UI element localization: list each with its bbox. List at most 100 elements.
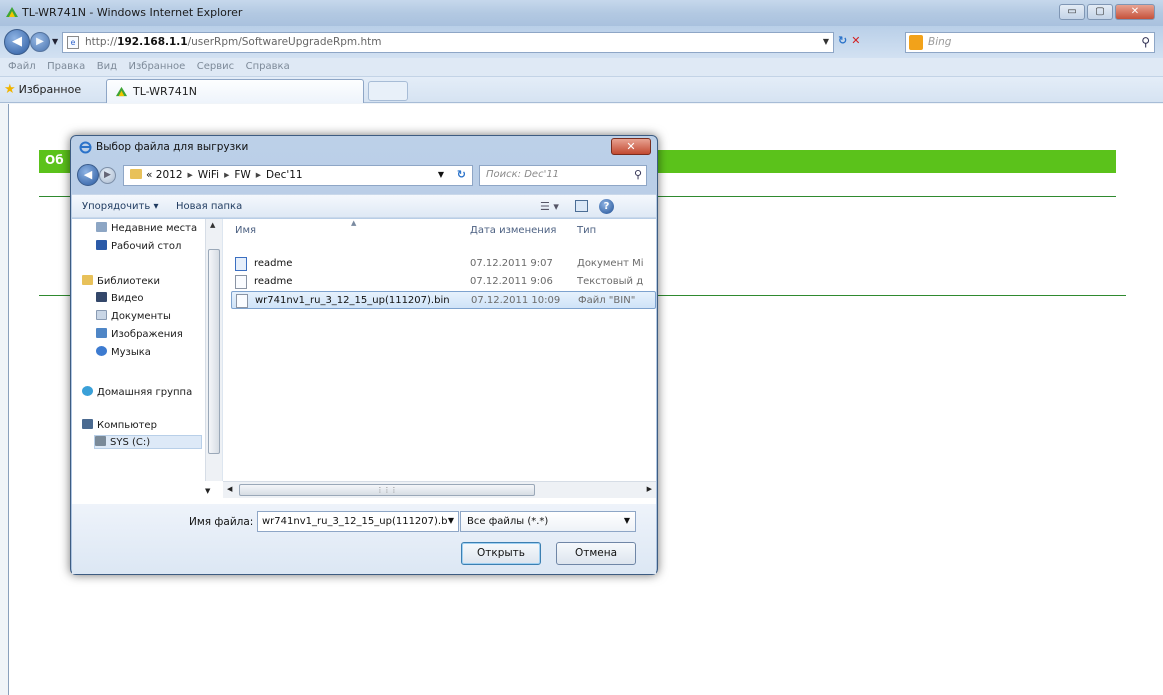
history-dropdown-icon[interactable]: ▼ (52, 37, 58, 46)
tab-title: TL-WR741N (133, 85, 197, 98)
refresh-icon[interactable]: ↻ (457, 168, 466, 181)
file-list: ▲ Имя Дата изменения Тип readme 07.12.20… (223, 219, 656, 481)
dialog-footer: Имя файла: wr741nv1_ru_3_12_15_up(111207… (72, 504, 656, 574)
breadcrumb-dec11[interactable]: Dec'11 (266, 169, 303, 181)
page-icon: e (67, 36, 79, 49)
section-header-text: Об (45, 153, 64, 167)
recent-places-icon (96, 222, 107, 232)
breadcrumb-fw[interactable]: FW (234, 169, 250, 181)
preview-pane-icon[interactable] (575, 200, 588, 212)
file-row-selected[interactable]: wr741nv1_ru_3_12_15_up(111207).bin 07.12… (231, 291, 656, 309)
file-type-filter[interactable]: Все файлы (*.*) ▼ (460, 511, 636, 532)
dialog-forward-button[interactable]: ▶ (99, 167, 116, 184)
nav-item-recent[interactable]: Недавние места (96, 222, 197, 234)
folder-icon (130, 169, 142, 179)
url-prefix: http:// (85, 36, 118, 48)
file-type: Файл "BIN" (578, 295, 636, 306)
path-breadcrumb[interactable]: « 2012 ▸ WiFi ▸ FW ▸ Dec'11 ▼ ↻ (123, 165, 473, 186)
address-buttons: ↻ ✕ (838, 34, 860, 47)
music-icon (96, 346, 107, 356)
nav-item-documents[interactable]: Документы (96, 310, 171, 322)
nav-item-label: Домашняя группа (97, 387, 193, 398)
new-folder-button[interactable]: Новая папка (176, 201, 242, 212)
breadcrumb-overflow[interactable]: « (146, 169, 152, 181)
scroll-up-icon[interactable]: ▲ (210, 221, 215, 229)
nav-item-sys-drive[interactable]: SYS (C:) (94, 435, 202, 449)
views-icon[interactable]: ☰ ▾ (540, 200, 559, 213)
scroll-left-icon[interactable]: ◀ (227, 485, 232, 493)
menu-edit[interactable]: Правка (47, 61, 85, 72)
tp-link-logo-icon (115, 86, 128, 97)
libraries-icon (82, 275, 93, 285)
ie-titlebar: TL-WR741N - Windows Internet Explorer ▭ … (0, 0, 1163, 26)
address-dropdown-icon[interactable]: ▼ (823, 37, 829, 46)
file-date: 07.12.2011 9:07 (470, 258, 553, 269)
nav-item-label: Библиотеки (97, 276, 161, 287)
new-tab-button[interactable] (368, 81, 408, 101)
path-dropdown-icon[interactable]: ▼ (438, 170, 444, 179)
cancel-button[interactable]: Отмена (556, 542, 636, 565)
file-row[interactable]: readme 07.12.2011 9:07 Документ Mi (231, 255, 656, 273)
word-doc-icon (235, 257, 247, 271)
dialog-body: Недавние места Рабочий стол Библиотеки В… (72, 219, 656, 504)
file-date: 07.12.2011 10:09 (471, 295, 561, 306)
stop-icon[interactable]: ✕ (851, 34, 860, 47)
images-icon (96, 328, 107, 338)
close-window-button[interactable]: ✕ (1115, 4, 1155, 20)
menu-view[interactable]: Вид (97, 61, 117, 72)
menu-tools[interactable]: Сервис (197, 61, 234, 72)
maximize-button[interactable]: ▢ (1087, 4, 1113, 20)
refresh-icon[interactable]: ↻ (838, 34, 847, 47)
chevron-down-icon[interactable]: ▼ (448, 516, 454, 525)
navigation-pane: Недавние места Рабочий стол Библиотеки В… (72, 219, 223, 481)
nav-item-computer[interactable]: Компьютер (82, 419, 157, 431)
nav-item-libraries[interactable]: Библиотеки (82, 275, 160, 287)
nav-item-label: Документы (111, 311, 171, 322)
address-bar[interactable]: e http://192.168.1.1/userRpm/SoftwareUpg… (62, 32, 834, 53)
dialog-back-button[interactable]: ◀ (77, 164, 99, 186)
open-button[interactable]: Открыть (461, 542, 541, 565)
search-icon[interactable]: ⚲ (1141, 35, 1150, 49)
dialog-close-button[interactable]: ✕ (611, 138, 651, 155)
minimize-button[interactable]: ▭ (1059, 4, 1085, 20)
chevron-down-icon[interactable]: ▼ (624, 516, 630, 525)
drive-icon (95, 436, 106, 446)
desktop-icon (96, 240, 107, 250)
nav-item-images[interactable]: Изображения (96, 328, 183, 340)
nav-item-music[interactable]: Музыка (96, 346, 151, 358)
file-row[interactable]: readme 07.12.2011 9:06 Текстовый д (231, 273, 656, 291)
scroll-down-icon[interactable]: ▼ (205, 487, 210, 495)
breadcrumb-separator-icon: ▸ (255, 169, 262, 181)
ie-navbar: ◀ ▶ ▼ e http://192.168.1.1/userRpm/Softw… (0, 26, 1163, 58)
nav-item-video[interactable]: Видео (96, 292, 144, 304)
browser-tab[interactable]: TL-WR741N (106, 79, 364, 103)
scrollbar-thumb[interactable] (208, 249, 220, 454)
sort-arrow-icon: ▲ (351, 219, 357, 227)
search-box[interactable]: Bing ⚲ (905, 32, 1155, 53)
help-icon[interactable]: ? (599, 199, 614, 214)
dialog-search-input[interactable]: Поиск: Dec'11 ⚲ (479, 165, 647, 186)
forward-button[interactable]: ▶ (30, 32, 50, 52)
nav-pane-scrollbar[interactable]: ▲ (205, 219, 222, 481)
menu-file[interactable]: Файл (8, 61, 36, 72)
menu-favorites[interactable]: Избранное (128, 61, 185, 72)
favorites-button[interactable]: ★ Избранное (4, 82, 81, 97)
menu-help[interactable]: Справка (246, 61, 290, 72)
file-name: readme (254, 258, 293, 269)
back-button[interactable]: ◀ (4, 29, 30, 55)
scrollbar-thumb[interactable]: ⋮⋮⋮ (239, 484, 535, 496)
url-path: /userRpm/SoftwareUpgradeRpm.htm (187, 36, 382, 48)
breadcrumb-2012[interactable]: 2012 (156, 169, 183, 181)
scroll-right-icon[interactable]: ▶ (647, 485, 652, 493)
bin-file-icon (236, 294, 248, 308)
filename-input[interactable]: wr741nv1_ru_3_12_15_up(111207).b ▼ (257, 511, 459, 532)
column-header-date[interactable]: Дата изменения (470, 225, 556, 236)
nav-item-desktop[interactable]: Рабочий стол (96, 240, 181, 252)
organize-button[interactable]: Упорядочить ▾ (82, 201, 158, 212)
search-icon[interactable]: ⚲ (634, 168, 642, 181)
file-list-hscrollbar[interactable]: ◀ ⋮⋮⋮ ▶ (223, 481, 656, 498)
nav-item-homegroup[interactable]: Домашняя группа (82, 386, 192, 398)
breadcrumb-wifi[interactable]: WiFi (198, 169, 219, 181)
column-header-type[interactable]: Тип (577, 225, 596, 236)
column-header-name[interactable]: Имя (235, 225, 256, 236)
